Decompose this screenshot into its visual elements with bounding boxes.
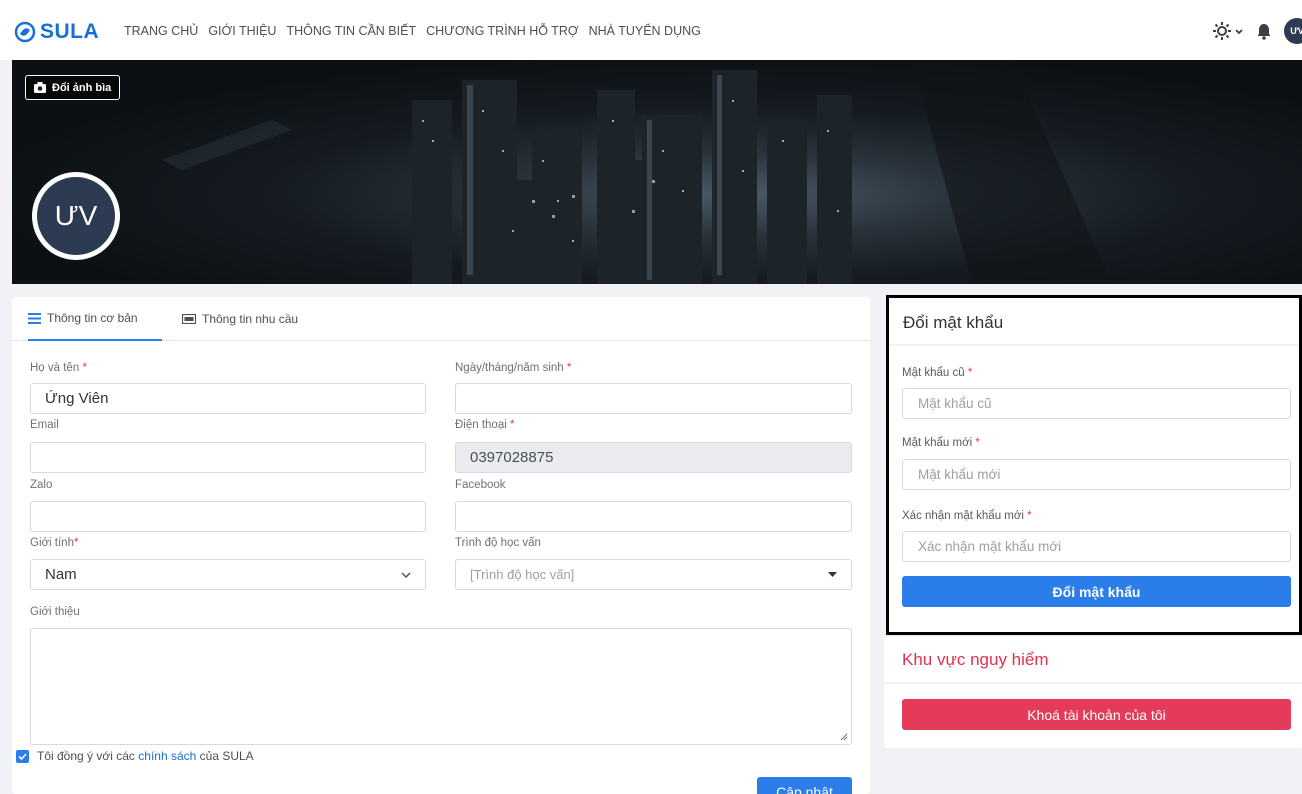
zalo-label: Zalo — [30, 479, 53, 491]
logo-icon — [14, 21, 36, 43]
birthdate-input[interactable] — [455, 383, 852, 414]
nav-link-employers[interactable]: NHÀ TUYỂN DỤNG — [589, 24, 701, 38]
brand-name: SULA — [40, 20, 100, 43]
sun-icon[interactable] — [1212, 21, 1232, 41]
divider — [884, 682, 1302, 684]
phone-label: Điện thoại * — [455, 419, 515, 431]
card-icon — [182, 314, 196, 324]
cover-photo: Đổi ảnh bìa ƯV — [12, 60, 1302, 284]
nav-link-support[interactable]: CHƯƠNG TRÌNH HỖ TRỢ — [426, 24, 578, 38]
education-select[interactable]: [Trình độ học vấn] — [455, 559, 852, 590]
new-password-label: Mật khẩu mới * — [902, 437, 980, 449]
profile-tabs: Thông tin cơ bản Thông tin nhu cầu — [12, 297, 870, 341]
change-password-button[interactable]: Đổi mật khẩu — [902, 576, 1291, 607]
policy-link[interactable]: chính sách — [138, 749, 196, 763]
camera-icon — [34, 82, 46, 93]
fullname-label: Họ và tên * — [30, 362, 87, 374]
birthdate-label: Ngày/tháng/năm sinh * — [455, 362, 572, 374]
confirm-password-input[interactable]: Xác nhận mật khẩu mới — [902, 531, 1291, 562]
chevron-down-icon[interactable] — [1234, 21, 1244, 41]
nav-link-about[interactable]: GIỚI THIỆU — [208, 24, 276, 38]
gender-select[interactable]: Nam — [30, 559, 426, 590]
email-label: Email — [30, 419, 59, 431]
nav-actions: ƯV — [1212, 18, 1302, 44]
main-nav: TRANG CHỦ GIỚI THIỆU THÔNG TIN CẦN BIẾT … — [124, 24, 711, 38]
gender-value: Nam — [45, 566, 77, 583]
intro-textarea[interactable] — [30, 628, 852, 745]
fullname-input[interactable]: Ứng Viên — [30, 383, 426, 414]
tab-basic-info-label: Thông tin cơ bản — [47, 311, 138, 325]
phone-input: 0397028875 — [455, 442, 852, 473]
change-password-card: Đổi mật khẩu Mật khẩu cũ * Mật khẩu cũ M… — [886, 295, 1302, 635]
education-label: Trình độ học vấn — [455, 537, 541, 549]
caret-down-icon — [828, 572, 837, 577]
lock-account-button[interactable]: Khoá tài khoản của tôi — [902, 699, 1291, 730]
profile-avatar[interactable]: ƯV — [32, 172, 120, 260]
tab-needs-info-label: Thông tin nhu cầu — [202, 312, 299, 326]
menu-icon — [28, 312, 41, 324]
check-icon — [18, 752, 27, 760]
confirm-password-label: Xác nhận mật khẩu mới * — [902, 510, 1032, 522]
education-placeholder: [Trình độ học vấn] — [470, 567, 575, 582]
brand-logo[interactable]: SULA — [14, 20, 99, 44]
danger-zone-card: Khu vực nguy hiểm Khoá tài khoản của tôi — [884, 637, 1302, 748]
update-button[interactable]: Cập nhật — [757, 777, 852, 794]
gender-label: Giới tính* — [30, 537, 79, 549]
facebook-label: Facebook — [455, 479, 506, 491]
change-cover-label: Đổi ảnh bìa — [52, 81, 112, 94]
tab-needs-info[interactable]: Thông tin nhu cầu — [182, 297, 298, 341]
agree-checkbox[interactable] — [16, 749, 29, 763]
divider — [889, 344, 1299, 346]
change-cover-button[interactable]: Đổi ảnh bìa — [25, 75, 121, 100]
profile-form-card: Thông tin cơ bản Thông tin nhu cầu Họ và… — [12, 297, 870, 794]
chevron-down-icon — [401, 572, 411, 578]
agree-text: Tôi đồng ý với các chính sách của SULA — [37, 749, 254, 763]
new-password-input[interactable]: Mật khẩu mới — [902, 459, 1291, 490]
tab-basic-info[interactable]: Thông tin cơ bản — [28, 297, 162, 341]
change-password-title: Đổi mật khẩu — [903, 313, 1004, 332]
top-navbar: SULA TRANG CHỦ GIỚI THIỆU THÔNG TIN CẦN … — [0, 0, 1302, 60]
old-password-input[interactable]: Mật khẩu cũ — [902, 388, 1291, 419]
zalo-input[interactable] — [30, 501, 426, 532]
user-avatar[interactable]: ƯV — [1284, 18, 1302, 44]
email-input[interactable] — [30, 442, 426, 473]
city-skyline-image — [162, 60, 1112, 284]
danger-zone-title: Khu vực nguy hiểm — [902, 650, 1049, 669]
policy-agreement: Tôi đồng ý với các chính sách của SULA — [16, 749, 254, 763]
nav-link-info[interactable]: THÔNG TIN CẦN BIẾT — [286, 24, 416, 38]
nav-link-home[interactable]: TRANG CHỦ — [124, 24, 198, 38]
facebook-input[interactable] — [455, 501, 852, 532]
resize-grip-icon[interactable] — [840, 733, 848, 741]
intro-label: Giới thiệu — [30, 606, 80, 618]
bell-icon[interactable] — [1254, 21, 1274, 41]
old-password-label: Mật khẩu cũ * — [902, 367, 973, 379]
